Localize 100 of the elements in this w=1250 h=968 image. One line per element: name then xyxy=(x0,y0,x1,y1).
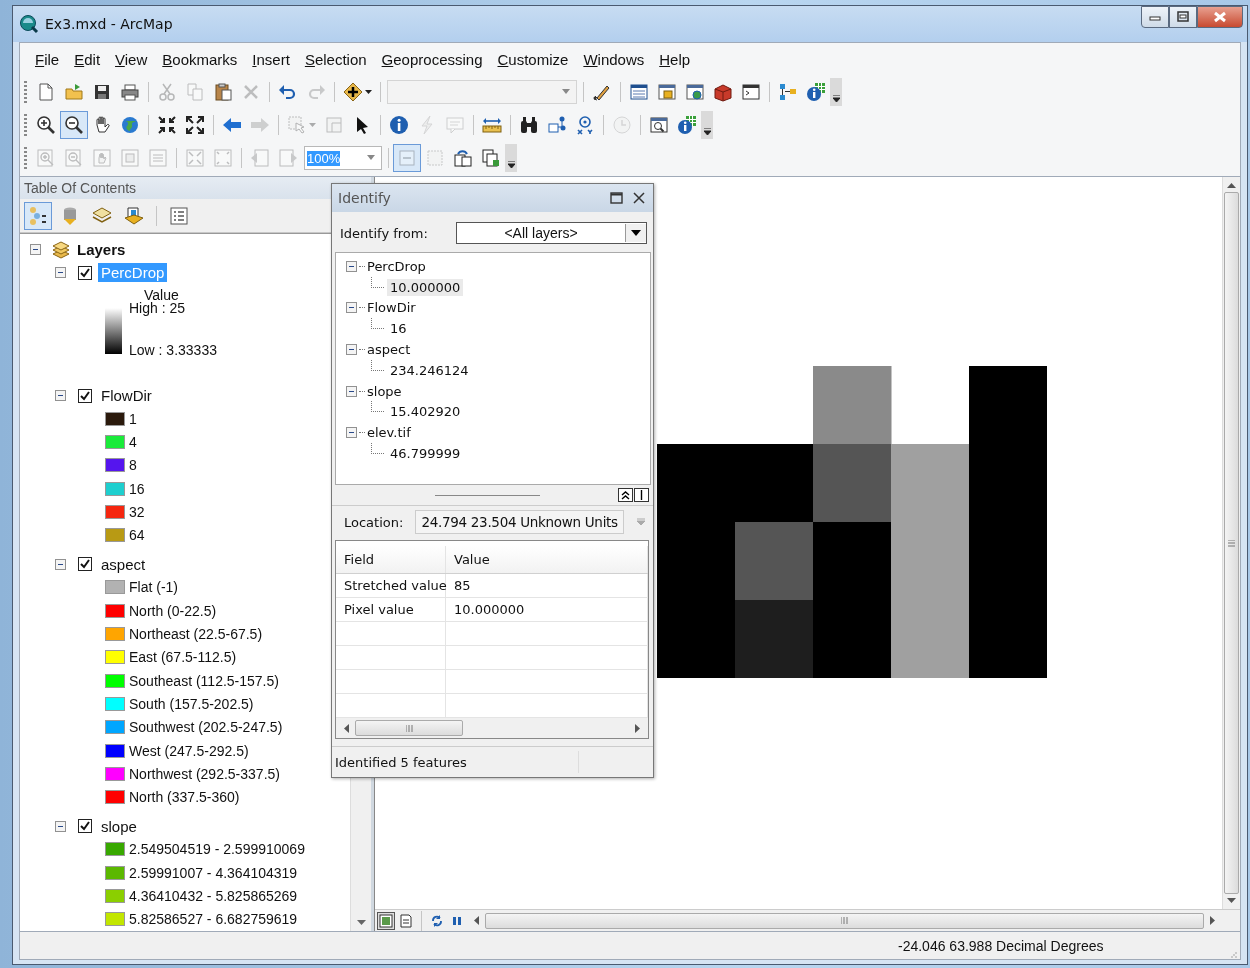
collapse-icon[interactable] xyxy=(346,260,357,272)
scroll-thumb[interactable] xyxy=(355,720,463,736)
scrollbar[interactable] xyxy=(336,718,648,738)
layer-name[interactable]: FlowDir xyxy=(367,300,416,316)
layer-name[interactable]: FlowDir xyxy=(98,386,155,405)
collapse-icon[interactable] xyxy=(55,558,66,570)
legend-label: 64 xyxy=(129,527,145,544)
scroll-right-arrow-icon[interactable] xyxy=(635,723,640,733)
toolbar-overflow-button[interactable] xyxy=(701,110,713,139)
checkbox[interactable] xyxy=(78,819,92,834)
window-title: Ex3.mxd - ArcMap xyxy=(45,16,173,32)
legend-label: 2.59991007 - 4.364104319 xyxy=(129,864,298,881)
collapse-icon[interactable] xyxy=(346,427,357,439)
field-label: Identify from: xyxy=(340,225,428,241)
caret-icon[interactable] xyxy=(832,94,840,103)
legend-label: Low : 3.33333 xyxy=(129,342,217,358)
checkbox[interactable] xyxy=(78,388,92,403)
result-value[interactable]: 15.402920 xyxy=(387,403,464,421)
data-frame-label[interactable]: Layers xyxy=(77,241,126,258)
legend-label: 5.82586527 - 6.682759619 xyxy=(129,911,298,928)
legend-label: High : 25 xyxy=(129,300,187,316)
scroll-up-arrow-icon[interactable] xyxy=(1227,183,1236,188)
legend-label: Southeast (112.5-157.5) xyxy=(129,672,279,689)
menu-item[interactable]: Help xyxy=(654,46,696,72)
result-value[interactable]: 234.246124 xyxy=(387,361,472,379)
maximize-button[interactable] xyxy=(1169,6,1197,28)
collapse-up-icon[interactable] xyxy=(618,488,633,502)
scroll-right-arrow-icon[interactable] xyxy=(1210,916,1215,925)
layer-dropdown[interactable]: <All layers> xyxy=(456,222,647,244)
toolbar-overflow-button[interactable] xyxy=(830,77,842,106)
legend-label: South (157.5-202.5) xyxy=(129,695,254,712)
legend-label: 32 xyxy=(129,503,145,520)
collapse-icon[interactable] xyxy=(346,302,357,314)
layer-name[interactable]: slope xyxy=(367,383,402,399)
collapse-icon[interactable] xyxy=(346,385,357,397)
menu-item[interactable]: Selection xyxy=(299,46,372,72)
window-title: Identify xyxy=(338,190,392,206)
legend-label: Flat (-1) xyxy=(129,579,178,596)
caret-icon[interactable] xyxy=(365,89,372,94)
menu-item[interactable]: Customize xyxy=(492,46,574,72)
collapse-icon[interactable] xyxy=(30,244,41,255)
menu-item[interactable]: Geoprocessing xyxy=(376,46,488,72)
checkbox[interactable] xyxy=(78,265,92,280)
result-value[interactable]: 16 xyxy=(387,320,410,338)
layer-name[interactable]: aspect xyxy=(98,554,149,574)
layout-view-icon[interactable] xyxy=(397,911,415,930)
maximize-icon[interactable] xyxy=(1177,11,1189,23)
menu-item[interactable]: Edit xyxy=(69,46,106,72)
coordinates-label: -24.046 63.988 Decimal Degrees xyxy=(898,937,1104,954)
dropdown-arrow-icon[interactable] xyxy=(631,230,641,236)
layer-name[interactable]: slope xyxy=(98,816,140,836)
location-field[interactable]: 24.794 23.504 Unknown Units xyxy=(415,510,624,534)
checkbox[interactable] xyxy=(78,557,92,572)
collapse-icon[interactable] xyxy=(346,344,357,356)
layer-name[interactable]: PercDrop xyxy=(367,258,426,274)
table-cell: 85 xyxy=(446,574,648,597)
scroll-thumb[interactable] xyxy=(1224,192,1239,894)
split-icon[interactable] xyxy=(634,488,649,502)
legend-label: Southwest (202.5-247.5) xyxy=(129,719,283,736)
menu-item[interactable]: File xyxy=(30,46,65,72)
result-value[interactable]: 10.000000 xyxy=(387,278,464,296)
collapse-icon[interactable] xyxy=(55,267,66,278)
legend-label: North (337.5-360) xyxy=(129,789,240,806)
zoom-out-icon[interactable] xyxy=(60,110,88,139)
scrollbar[interactable] xyxy=(1222,177,1240,909)
toolbar-overflow-button[interactable] xyxy=(505,143,517,172)
table-cell: Pixel value xyxy=(336,598,446,621)
scroll-left-arrow-icon[interactable] xyxy=(344,723,349,733)
collapse-icon[interactable] xyxy=(55,820,66,832)
menu-item[interactable]: Bookmarks xyxy=(157,46,243,72)
scroll-down-arrow-icon[interactable] xyxy=(1227,898,1236,903)
layers-stack-icon xyxy=(51,239,71,260)
caret-icon[interactable] xyxy=(507,160,515,169)
scroll-down-arrow-icon[interactable] xyxy=(356,920,366,925)
menu-item[interactable]: View xyxy=(110,46,153,72)
legend-label: 4 xyxy=(129,433,137,450)
legend-heading: Value xyxy=(144,287,179,303)
close-button[interactable] xyxy=(1197,6,1243,28)
result-value[interactable]: 46.799999 xyxy=(387,445,464,463)
legend-label: 1 xyxy=(129,410,137,427)
select-box-icon xyxy=(287,114,307,135)
column-header[interactable]: Value xyxy=(446,546,648,573)
legend-label: 4.36410432 - 5.825865269 xyxy=(129,888,298,904)
scroll-left-arrow-icon[interactable] xyxy=(474,916,479,925)
list-by-drawing-order-icon[interactable] xyxy=(24,201,52,230)
column-header[interactable]: Field xyxy=(336,546,446,573)
legend-label: 16 xyxy=(129,480,145,497)
magnifier-globe-icon xyxy=(19,14,39,34)
maximize-icon[interactable] xyxy=(610,192,623,204)
table-cell: Stretched value xyxy=(336,574,446,597)
layer-name[interactable]: aspect xyxy=(367,342,411,358)
resize-grip-icon[interactable] xyxy=(1228,949,1238,959)
collapse-icon[interactable] xyxy=(55,390,66,401)
caret-icon[interactable] xyxy=(703,127,711,136)
data-view-icon[interactable] xyxy=(377,911,395,930)
minimize-button[interactable] xyxy=(1141,6,1169,28)
layer-name[interactable]: elev.tif xyxy=(367,425,411,441)
menu-item[interactable]: Insert xyxy=(247,46,295,72)
close-icon[interactable] xyxy=(633,192,645,204)
menu-item[interactable]: Windows xyxy=(578,46,650,72)
